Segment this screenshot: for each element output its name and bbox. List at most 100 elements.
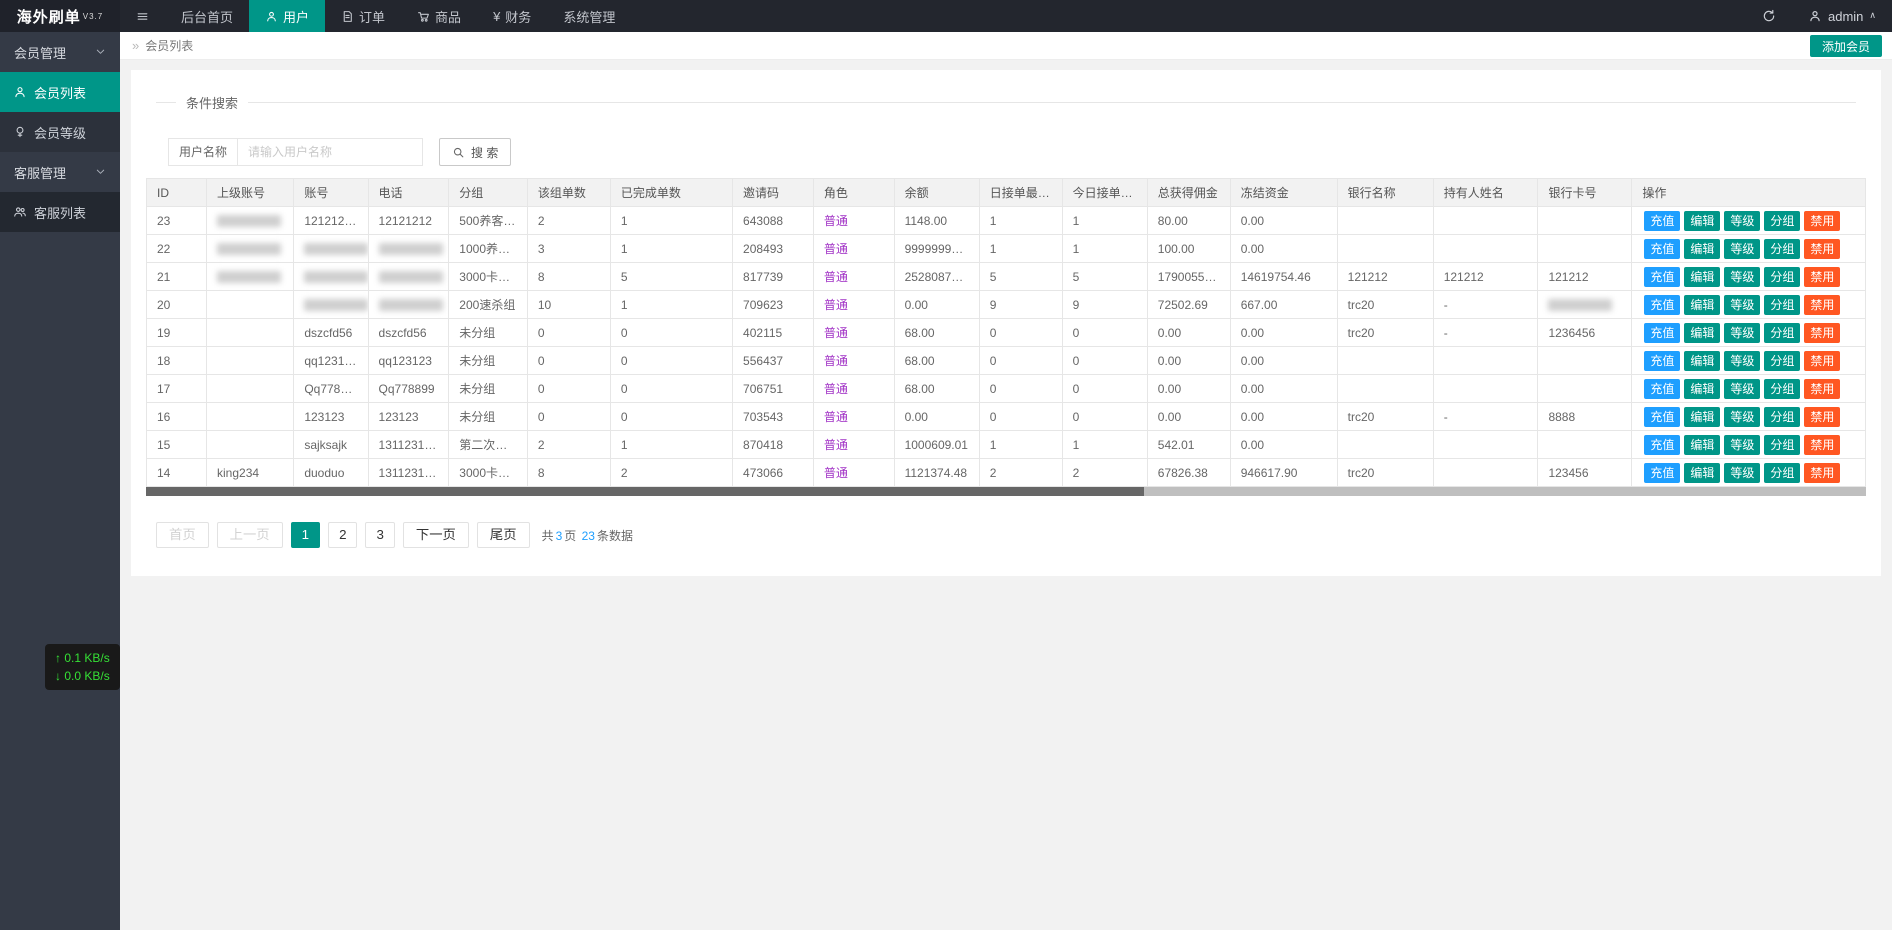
- disable-button[interactable]: 禁用: [1804, 434, 1841, 455]
- nav-dashboard[interactable]: 后台首页: [165, 0, 249, 32]
- level-button[interactable]: 等级: [1724, 294, 1761, 315]
- recharge-button[interactable]: 充值: [1644, 294, 1681, 315]
- sidebar-group-service-management[interactable]: 客服管理: [0, 152, 120, 192]
- role-badge[interactable]: 普通: [824, 326, 848, 340]
- edit-button[interactable]: 编辑: [1684, 378, 1721, 399]
- cell-actions: 充值 编辑 等级 分组 禁用: [1631, 234, 1866, 263]
- disable-button[interactable]: 禁用: [1804, 294, 1841, 315]
- level-button[interactable]: 等级: [1724, 434, 1761, 455]
- edit-button[interactable]: 编辑: [1684, 350, 1721, 371]
- group-button[interactable]: 分组: [1764, 294, 1801, 315]
- sidebar-item-member-level[interactable]: 会员等级: [0, 112, 120, 152]
- disable-button[interactable]: 禁用: [1804, 462, 1841, 483]
- pagination-next-button[interactable]: 下一页: [402, 522, 469, 548]
- redacted-blur: [304, 270, 368, 283]
- pagination-first-button[interactable]: 首页: [156, 522, 209, 548]
- group-button[interactable]: 分组: [1764, 322, 1801, 343]
- group-button[interactable]: 分组: [1764, 350, 1801, 371]
- level-button[interactable]: 等级: [1724, 210, 1761, 231]
- role-badge[interactable]: 普通: [824, 242, 848, 256]
- search-button[interactable]: 搜 索: [439, 138, 512, 166]
- nav-system[interactable]: 系统管理: [547, 0, 631, 32]
- disable-button[interactable]: 禁用: [1804, 322, 1841, 343]
- level-button[interactable]: 等级: [1724, 406, 1761, 427]
- recharge-button[interactable]: 充值: [1644, 378, 1681, 399]
- nav-finance[interactable]: ¥ 财务: [477, 0, 547, 32]
- role-badge[interactable]: 普通: [824, 298, 848, 312]
- edit-button[interactable]: 编辑: [1684, 434, 1721, 455]
- role-badge[interactable]: 普通: [824, 382, 848, 396]
- role-badge[interactable]: 普通: [824, 214, 848, 228]
- horizontal-scrollbar[interactable]: [146, 487, 1866, 496]
- yen-icon: ¥: [493, 8, 501, 24]
- sidebar-item-service-list[interactable]: 客服列表: [0, 192, 120, 232]
- redacted-blur: [304, 242, 368, 255]
- add-member-button[interactable]: 添加会员: [1809, 35, 1882, 57]
- pagination-page-2[interactable]: 2: [328, 522, 358, 548]
- hamburger-menu[interactable]: [120, 0, 165, 32]
- recharge-button[interactable]: 充值: [1644, 266, 1681, 287]
- sidebar-group-member-management[interactable]: 会员管理: [0, 32, 120, 72]
- cell-group-orders: 0: [526, 402, 611, 431]
- edit-button[interactable]: 编辑: [1684, 322, 1721, 343]
- pagination-last-button[interactable]: 尾页: [476, 522, 530, 548]
- column-header: 银行卡号: [1537, 178, 1633, 207]
- group-button[interactable]: 分组: [1764, 406, 1801, 427]
- level-button[interactable]: 等级: [1724, 378, 1761, 399]
- edit-button[interactable]: 编辑: [1684, 238, 1721, 259]
- scrollbar-thumb[interactable]: [146, 487, 1144, 496]
- group-button[interactable]: 分组: [1764, 266, 1801, 287]
- group-button[interactable]: 分组: [1764, 238, 1801, 259]
- sidebar-item-member-list[interactable]: 会员列表: [0, 72, 120, 112]
- recharge-button[interactable]: 充值: [1644, 238, 1681, 259]
- recharge-button[interactable]: 充值: [1644, 322, 1681, 343]
- edit-button[interactable]: 编辑: [1684, 462, 1721, 483]
- nav-orders[interactable]: 订单: [325, 0, 401, 32]
- group-button[interactable]: 分组: [1764, 462, 1801, 483]
- edit-button[interactable]: 编辑: [1684, 210, 1721, 231]
- role-badge[interactable]: 普通: [824, 270, 848, 284]
- level-button[interactable]: 等级: [1724, 238, 1761, 259]
- cell-phone: dszcfd56: [367, 318, 450, 347]
- role-badge[interactable]: 普通: [824, 410, 848, 424]
- cell-frozen-funds: 0.00: [1229, 346, 1338, 375]
- cell-group: 500养客组(多...: [448, 206, 528, 235]
- search-legend: 条件搜索: [186, 96, 239, 111]
- group-button[interactable]: 分组: [1764, 210, 1801, 231]
- recharge-button[interactable]: 充值: [1644, 350, 1681, 371]
- disable-button[interactable]: 禁用: [1804, 266, 1841, 287]
- level-button[interactable]: 等级: [1724, 462, 1761, 483]
- group-button[interactable]: 分组: [1764, 378, 1801, 399]
- recharge-button[interactable]: 充值: [1644, 462, 1681, 483]
- level-button[interactable]: 等级: [1724, 266, 1761, 287]
- group-button[interactable]: 分组: [1764, 434, 1801, 455]
- edit-button[interactable]: 编辑: [1684, 406, 1721, 427]
- account-menu[interactable]: admin ∧: [1792, 0, 1892, 32]
- disable-button[interactable]: 禁用: [1804, 378, 1841, 399]
- disable-button[interactable]: 禁用: [1804, 210, 1841, 231]
- disable-button[interactable]: 禁用: [1804, 406, 1841, 427]
- nav-users[interactable]: 用户: [249, 0, 326, 32]
- recharge-button[interactable]: 充值: [1644, 434, 1681, 455]
- recharge-button[interactable]: 充值: [1644, 406, 1681, 427]
- edit-button[interactable]: 编辑: [1684, 266, 1721, 287]
- refresh-button[interactable]: [1746, 0, 1792, 32]
- cell-holder-name: -: [1432, 402, 1539, 431]
- nav-products[interactable]: 商品: [401, 0, 477, 32]
- level-button[interactable]: 等级: [1724, 322, 1761, 343]
- level-button[interactable]: 等级: [1724, 350, 1761, 371]
- disable-button[interactable]: 禁用: [1804, 350, 1841, 371]
- role-badge[interactable]: 普通: [824, 354, 848, 368]
- disable-button[interactable]: 禁用: [1804, 238, 1841, 259]
- cell-group: 未分组: [448, 402, 528, 431]
- pagination-prev-button[interactable]: 上一页: [216, 522, 283, 548]
- role-badge[interactable]: 普通: [824, 466, 848, 480]
- username-input[interactable]: [237, 138, 424, 166]
- recharge-button[interactable]: 充值: [1644, 210, 1681, 231]
- cell-bank-name: [1336, 430, 1434, 459]
- role-badge[interactable]: 普通: [824, 438, 848, 452]
- total-pages-value: 3: [555, 528, 563, 543]
- pagination-page-1[interactable]: 1: [290, 522, 321, 548]
- pagination-page-3[interactable]: 3: [365, 522, 395, 548]
- edit-button[interactable]: 编辑: [1684, 294, 1721, 315]
